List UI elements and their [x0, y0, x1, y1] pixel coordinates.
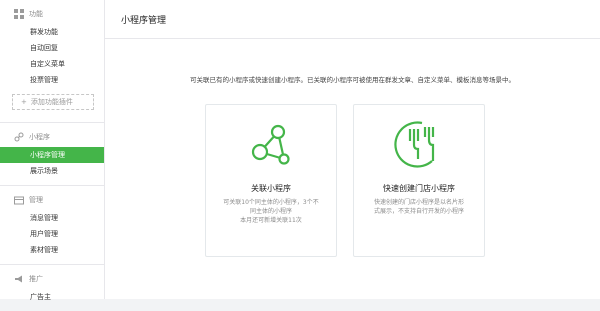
sidebar-section-title: 管理	[29, 196, 43, 204]
sidebar-item-materials[interactable]: 素材管理	[0, 242, 104, 258]
main-panel: 小程序管理 可关联已有的小程序或快速创建小程序。已关联的小程序可被使用在群发文章…	[105, 0, 600, 299]
megaphone-icon	[15, 275, 22, 283]
sidebar-section-title: 小程序	[29, 133, 50, 141]
sidebar-section-functions: 功能 群发功能 自动回复 自定义菜单 投票管理 + 添加功能插件	[0, 0, 104, 123]
card-desc-line: 式展示，不支持自行开发的小程序	[373, 208, 464, 215]
link-miniprogram-card[interactable]: 关联小程序 可关联10个同主体的小程序，3个不 同主体的小程序 本月还可新增关联…	[205, 104, 337, 257]
card-title: 快速创建门店小程序	[383, 184, 455, 193]
link-icon	[14, 132, 24, 142]
card-desc-line: 本月还可新增关联11次	[240, 217, 302, 224]
intro-text: 可关联已有的小程序或快速创建小程序。已关联的小程序可被使用在群发文章、自定义菜单…	[190, 76, 515, 84]
sidebar-section-manage: 管理 消息管理 用户管理 素材管理	[0, 186, 104, 265]
sidebar-section-title: 推广	[29, 275, 43, 283]
sidebar-item-advertiser[interactable]: 广告主	[0, 289, 104, 305]
card-description: 可关联10个同主体的小程序，3个不 同主体的小程序 本月还可新增关联11次	[220, 198, 322, 225]
card-desc-line: 可关联10个同主体的小程序，3个不	[223, 199, 319, 206]
sidebar-item-users[interactable]: 用户管理	[0, 226, 104, 242]
sidebar-section-header: 管理	[0, 190, 104, 210]
sidebar-item-display-scenes[interactable]: 展示场景	[0, 163, 104, 179]
sidebar-section-title: 功能	[29, 10, 43, 18]
food-icon	[394, 121, 435, 168]
create-store-miniprogram-card[interactable]: 快速创建门店小程序 快速创建的门店小程序是以名片形 式展示，不支持自行开发的小程…	[353, 104, 485, 257]
card-title: 关联小程序	[251, 184, 291, 193]
sidebar-section-header: 功能	[0, 4, 104, 24]
add-plugin-button[interactable]: + 添加功能插件	[12, 94, 94, 110]
sidebar-section-header: 推广	[0, 269, 104, 289]
card-desc-line: 同主体的小程序	[249, 208, 292, 215]
sidebar-item-miniprogram-manage[interactable]: 小程序管理	[0, 147, 104, 163]
add-plugin-label: 添加功能插件	[30, 98, 73, 106]
sidebar-section-miniprogram: 小程序 小程序管理 展示场景	[0, 123, 104, 186]
folder-icon	[14, 196, 24, 205]
sidebar-item-messages[interactable]: 消息管理	[0, 210, 104, 226]
card-desc-line: 快速创建的门店小程序是以名片形	[373, 199, 464, 206]
card-description: 快速创建的门店小程序是以名片形 式展示，不支持自行开发的小程序	[368, 198, 470, 216]
sidebar-section-promotion: 推广 广告主	[0, 265, 104, 311]
sidebar-item-custom-menu[interactable]: 自定义菜单	[0, 56, 104, 72]
sidebar-section-header: 小程序	[0, 127, 104, 147]
sidebar-item-vote[interactable]: 投票管理	[0, 72, 104, 88]
sidebar: 功能 群发功能 自动回复 自定义菜单 投票管理 + 添加功能插件 小程序 小程序管…	[0, 0, 105, 301]
network-icon	[251, 124, 290, 165]
sidebar-item-mass-send[interactable]: 群发功能	[0, 24, 104, 40]
grid-icon	[14, 9, 24, 19]
plus-icon: +	[21, 98, 27, 106]
page-title: 小程序管理	[105, 0, 600, 39]
sidebar-item-auto-reply[interactable]: 自动回复	[0, 40, 104, 56]
